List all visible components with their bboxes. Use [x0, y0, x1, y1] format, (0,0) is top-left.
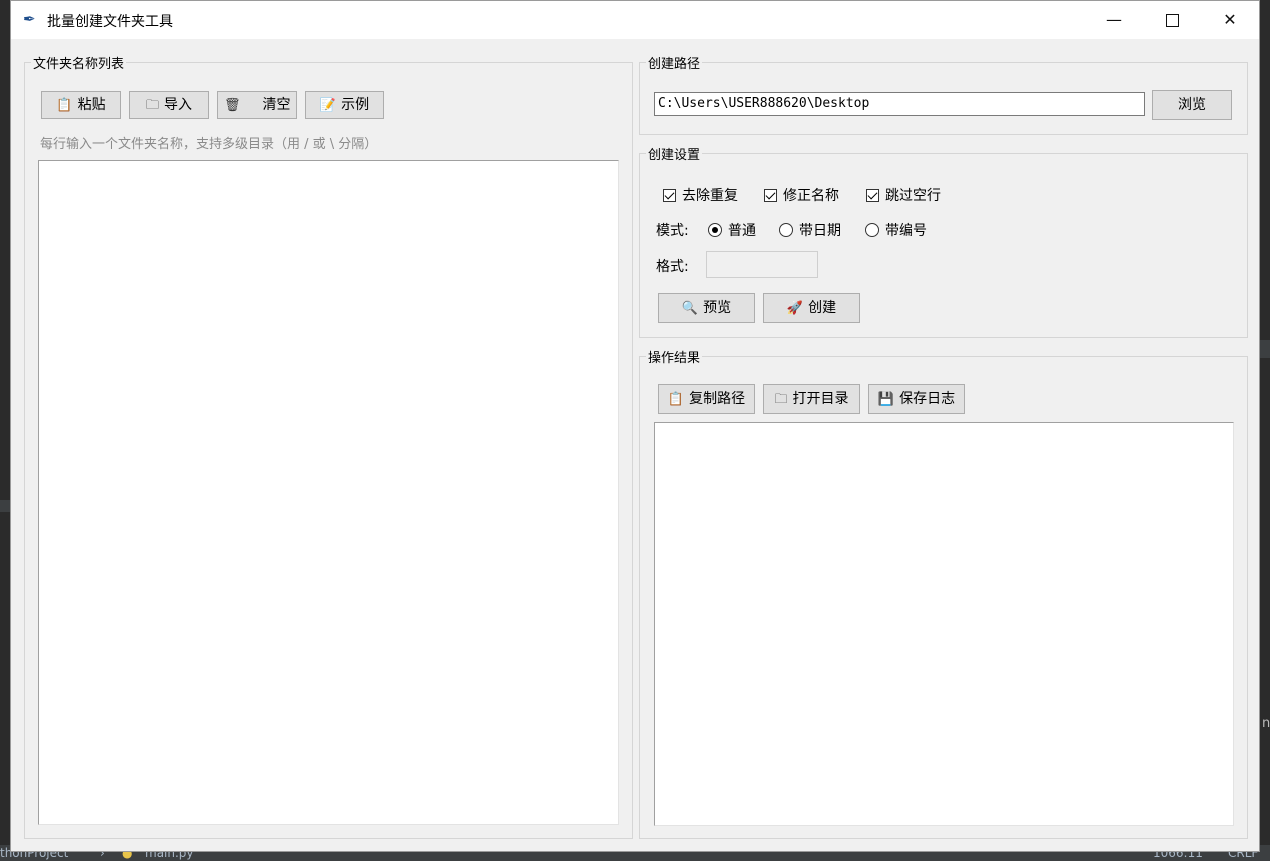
results-textarea[interactable]	[654, 422, 1234, 826]
clipboard-icon: 📋	[56, 98, 73, 113]
minimize-button[interactable]: —	[1085, 1, 1143, 39]
format-input	[706, 251, 818, 278]
clipboard-icon: 📋	[667, 392, 685, 407]
paste-button[interactable]: 📋 粘贴	[41, 91, 121, 119]
settings-frame-title: 创建设置	[648, 148, 701, 163]
create-button[interactable]: 🚀 创建	[763, 293, 860, 323]
maximize-button[interactable]	[1143, 1, 1201, 39]
edit-note-icon: 📝	[319, 98, 337, 113]
import-button[interactable]: 🗀 导入	[129, 91, 209, 119]
radio-unselected-icon	[865, 223, 879, 237]
open-dir-button[interactable]: 🗀 打开目录	[763, 384, 860, 414]
window-title: 批量创建文件夹工具	[47, 14, 173, 30]
fix-names-checkbox[interactable]: 修正名称	[764, 185, 839, 205]
path-input[interactable]: C:\Users\USER888620\Desktop	[654, 92, 1145, 116]
trash-icon: 🗑	[224, 98, 241, 113]
folder-icon: 🗀	[774, 392, 788, 407]
app-window: ✒ 批量创建文件夹工具 — ✕ 文件夹名称列表 📋 粘贴 🗀 导入 🗑 清空 📝 示例 …	[10, 0, 1260, 852]
mode-number-radio[interactable]: 带编号	[865, 220, 927, 240]
create-path-frame-title: 创建路径	[648, 57, 701, 72]
ide-strip-right	[1260, 340, 1270, 358]
mode-label: 模式:	[656, 223, 689, 239]
folder-names-textarea[interactable]	[38, 160, 619, 825]
skip-empty-checkbox[interactable]: 跳过空行	[866, 185, 941, 205]
example-button[interactable]: 📝 示例	[305, 91, 384, 119]
radio-unselected-icon	[779, 223, 793, 237]
input-hint: 每行输入一个文件夹名称，支持多级目录（用 / 或 \ 分隔）	[40, 137, 378, 152]
checkbox-checked-icon	[764, 188, 777, 202]
browse-button[interactable]: 浏览	[1152, 90, 1232, 120]
title-bar: ✒ 批量创建文件夹工具 — ✕	[11, 1, 1259, 39]
preview-button[interactable]: 🔍 预览	[658, 293, 755, 323]
folder-icon: 🗀	[145, 98, 159, 113]
clear-button[interactable]: 🗑 清空	[217, 91, 297, 119]
maximize-icon	[1165, 14, 1179, 27]
save-log-button[interactable]: 💾 保存日志	[868, 384, 965, 414]
floppy-disk-icon: 💾	[877, 392, 895, 407]
mode-date-radio[interactable]: 带日期	[779, 220, 841, 240]
magnifier-icon: 🔍	[681, 301, 699, 316]
ide-right-text: n	[1262, 716, 1270, 731]
ide-strip-left	[0, 500, 10, 512]
checkbox-checked-icon	[663, 188, 676, 202]
mode-normal-radio[interactable]: 普通	[708, 220, 756, 240]
format-label: 格式:	[656, 259, 689, 275]
checkbox-checked-icon	[866, 188, 879, 202]
rocket-icon: 🚀	[786, 301, 804, 316]
folder-names-frame-title: 文件夹名称列表	[33, 57, 125, 72]
radio-selected-icon	[708, 223, 722, 237]
results-frame-title: 操作结果	[648, 351, 701, 366]
dedupe-checkbox[interactable]: 去除重复	[663, 185, 738, 205]
feather-icon: ✒	[23, 10, 36, 28]
copy-path-button[interactable]: 📋 复制路径	[658, 384, 755, 414]
close-button[interactable]: ✕	[1201, 1, 1259, 39]
